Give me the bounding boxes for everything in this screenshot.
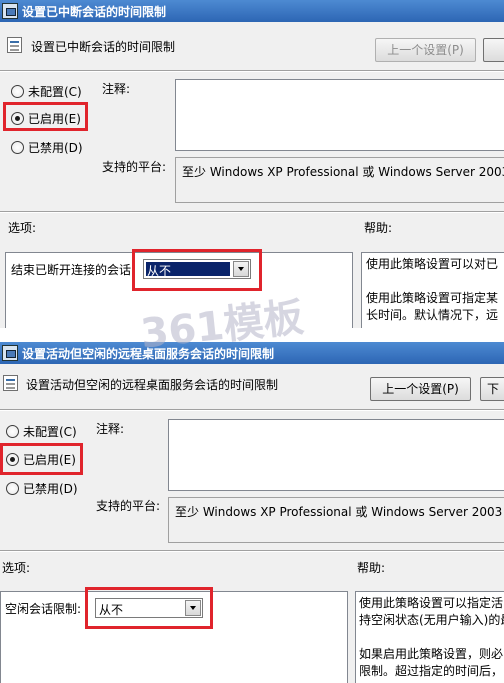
window-title: 设置已中断会话的时间限制 bbox=[22, 5, 167, 19]
radio-label: 已禁用(D) bbox=[28, 141, 83, 155]
platform-value: 至少 Windows XP Professional 或 Windows Ser… bbox=[175, 505, 504, 519]
options-header: 选项: bbox=[8, 221, 37, 235]
help-header: 帮助: bbox=[364, 221, 393, 235]
highlight-enabled-box bbox=[3, 102, 88, 131]
policy-window-icon bbox=[2, 3, 18, 19]
comment-textarea[interactable] bbox=[168, 419, 504, 491]
title-bar: 设置已中断会话的时间限制 bbox=[0, 0, 504, 22]
prev-setting-button[interactable]: 上一个设置(P) bbox=[370, 377, 471, 401]
radio-not-configured[interactable]: 未配置(C) bbox=[11, 83, 82, 100]
platform-value: 至少 Windows XP Professional 或 Windows Ser… bbox=[182, 165, 504, 179]
next-setting-button[interactable] bbox=[483, 38, 504, 62]
highlight-select-box bbox=[132, 249, 262, 291]
dialog-disconnected-session: 设置已中断会话的时间限制 设置已中断会话的时间限制 上一个设置(P) 未配置(C… bbox=[0, 0, 504, 328]
divider bbox=[0, 211, 504, 213]
comment-label: 注释: bbox=[96, 422, 125, 436]
next-setting-button[interactable]: 下 bbox=[480, 377, 504, 401]
divider bbox=[0, 70, 504, 72]
title-bar: 设置活动但空闲的远程桌面服务会话的时间限制 bbox=[0, 342, 504, 364]
policy-setting-icon bbox=[3, 375, 18, 391]
platform-label: 支持的平台: bbox=[96, 499, 161, 513]
divider bbox=[0, 409, 504, 411]
radio-disabled[interactable]: 已禁用(D) bbox=[11, 139, 83, 156]
comment-textarea[interactable] bbox=[175, 79, 504, 151]
radio-circle-icon bbox=[11, 85, 24, 98]
radio-circle-icon bbox=[6, 482, 19, 495]
radio-label: 未配置(C) bbox=[23, 425, 77, 439]
help-text: 使用此策略设置可以指定活 持空闲状态(无用户输入)的最 如果启用此策略设置，则必… bbox=[359, 596, 504, 678]
radio-disabled[interactable]: 已禁用(D) bbox=[6, 480, 78, 497]
platform-field: 至少 Windows XP Professional 或 Windows Ser… bbox=[175, 157, 504, 203]
radio-circle-icon bbox=[6, 425, 19, 438]
radio-label: 已禁用(D) bbox=[23, 482, 78, 496]
help-pane: 使用此策略设置可以对已 使用此策略设置可指定某 长时间。默认情况下，远 bbox=[361, 252, 504, 328]
policy-window-icon bbox=[2, 345, 18, 361]
setting-name: 设置已中断会话的时间限制 bbox=[31, 40, 176, 54]
policy-setting-icon bbox=[7, 37, 22, 53]
highlight-select-box bbox=[85, 587, 213, 629]
help-header: 帮助: bbox=[357, 561, 386, 575]
options-header: 选项: bbox=[2, 561, 31, 575]
radio-label: 未配置(C) bbox=[28, 85, 82, 99]
prev-setting-button[interactable]: 上一个设置(P) bbox=[375, 38, 476, 62]
highlight-enabled-box bbox=[0, 443, 83, 475]
setting-name: 设置活动但空闲的远程桌面服务会话的时间限制 bbox=[26, 378, 279, 392]
help-text: 使用此策略设置可以对已 使用此策略设置可指定某 长时间。默认情况下，远 bbox=[366, 257, 499, 322]
platform-field: 至少 Windows XP Professional 或 Windows Ser… bbox=[168, 497, 504, 543]
radio-circle-icon bbox=[11, 141, 24, 154]
comment-label: 注释: bbox=[102, 82, 131, 96]
option-label: 结束已断开连接的会话 bbox=[11, 263, 132, 277]
divider bbox=[0, 550, 504, 552]
dialog-idle-session: 设置活动但空闲的远程桌面服务会话的时间限制 设置活动但空闲的远程桌面服务会话的时… bbox=[0, 342, 504, 683]
help-pane: 使用此策略设置可以指定活 持空闲状态(无用户输入)的最 如果启用此策略设置，则必… bbox=[355, 591, 504, 683]
option-label: 空闲会话限制: bbox=[5, 602, 82, 616]
radio-not-configured[interactable]: 未配置(C) bbox=[6, 423, 77, 440]
window-title: 设置活动但空闲的远程桌面服务会话的时间限制 bbox=[22, 347, 275, 361]
platform-label: 支持的平台: bbox=[102, 160, 167, 174]
